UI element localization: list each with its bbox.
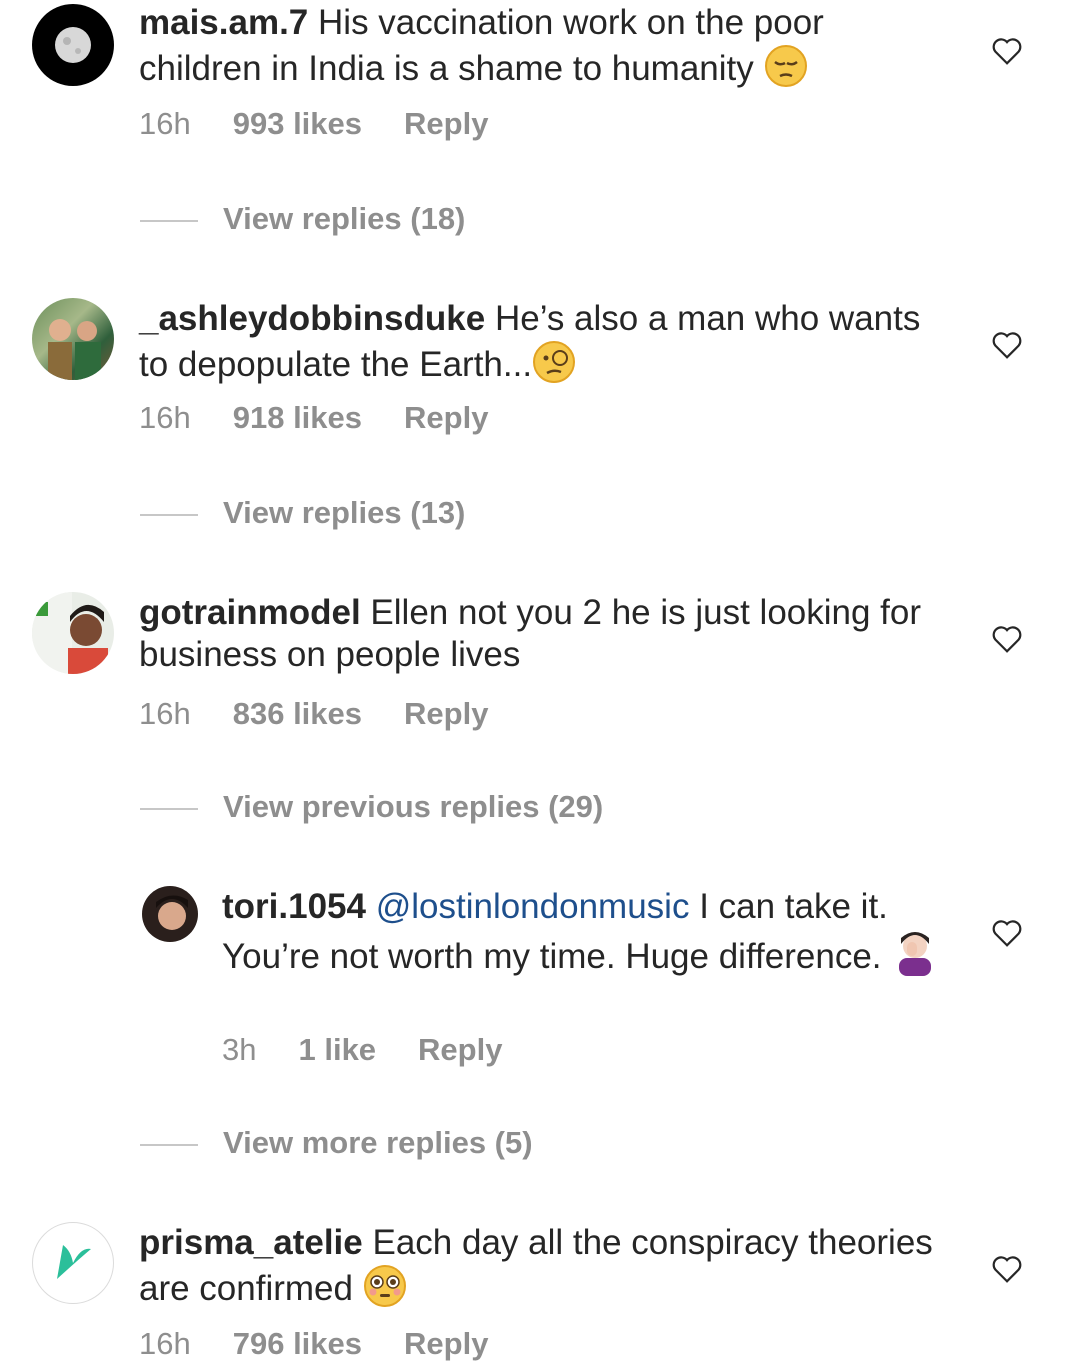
view-replies-label: View more replies (5) bbox=[223, 1125, 533, 1160]
facepalm-icon bbox=[899, 932, 932, 976]
likes-count[interactable]: 918 likes bbox=[233, 400, 362, 436]
comment-ashleydobbinsduke: _ashleydobbinsduke He’s also a man who w… bbox=[0, 296, 1080, 456]
view-more-replies-button[interactable]: View more replies (5) bbox=[140, 1125, 533, 1161]
reply-button[interactable]: Reply bbox=[404, 1326, 488, 1362]
monocle-face-icon bbox=[533, 341, 576, 383]
view-replies-label: View previous replies (29) bbox=[223, 789, 604, 824]
comment-time: 16h bbox=[139, 400, 191, 435]
view-replies-button[interactable]: View replies (13) bbox=[140, 495, 465, 531]
couple-photo-icon bbox=[48, 319, 101, 380]
mention-link[interactable]: @lostinlondonmusic bbox=[376, 887, 690, 926]
username[interactable]: mais.am.7 bbox=[139, 3, 308, 42]
divider-line bbox=[140, 807, 198, 810]
view-replies-label: View replies (18) bbox=[223, 201, 466, 236]
reply-tori-1054: tori.1054 @lostinlondonmusic I can take … bbox=[0, 884, 1080, 1074]
username[interactable]: tori.1054 bbox=[222, 887, 366, 926]
avatar[interactable] bbox=[32, 298, 114, 380]
divider-line bbox=[140, 219, 198, 222]
divider-line bbox=[140, 513, 198, 516]
heart-icon[interactable] bbox=[990, 624, 1024, 654]
view-replies-button[interactable]: View replies (18) bbox=[140, 201, 465, 237]
view-replies-label: View replies (13) bbox=[223, 495, 466, 530]
profile-photo-icon bbox=[156, 895, 188, 930]
reply-button[interactable]: Reply bbox=[404, 400, 488, 436]
heart-icon[interactable] bbox=[990, 330, 1024, 360]
avatar[interactable] bbox=[32, 592, 114, 674]
likes-count[interactable]: 1 like bbox=[298, 1032, 376, 1068]
likes-count[interactable]: 993 likes bbox=[233, 106, 362, 142]
flushed-face-icon bbox=[363, 1265, 406, 1307]
reply-button[interactable]: Reply bbox=[404, 106, 488, 142]
profile-photo-icon bbox=[32, 592, 108, 674]
heart-logo-icon bbox=[57, 1245, 91, 1279]
comment-time: 16h bbox=[139, 1326, 191, 1361]
avatar[interactable] bbox=[32, 4, 114, 86]
comment-time: 16h bbox=[139, 696, 191, 731]
likes-count[interactable]: 836 likes bbox=[233, 696, 362, 732]
comment-gotrainmodel: gotrainmodel Ellen not you 2 he is just … bbox=[0, 590, 1080, 750]
username[interactable]: _ashleydobbinsduke bbox=[139, 299, 485, 338]
avatar[interactable] bbox=[142, 886, 198, 942]
heart-icon[interactable] bbox=[990, 1254, 1024, 1284]
reply-button[interactable]: Reply bbox=[418, 1032, 502, 1068]
likes-count[interactable]: 796 likes bbox=[233, 1326, 362, 1362]
username[interactable]: prisma_atelie bbox=[139, 1223, 363, 1262]
username[interactable]: gotrainmodel bbox=[139, 593, 361, 632]
comment-time: 3h bbox=[222, 1032, 257, 1067]
reply-button[interactable]: Reply bbox=[404, 696, 488, 732]
view-previous-replies-button[interactable]: View previous replies (29) bbox=[140, 789, 603, 825]
divider-line bbox=[140, 1143, 198, 1146]
heart-icon[interactable] bbox=[990, 918, 1024, 948]
comment-time: 16h bbox=[139, 106, 191, 141]
comment-prisma-atelie: prisma_atelie Each day all the conspirac… bbox=[0, 1220, 1080, 1361]
moon-icon bbox=[55, 27, 91, 63]
avatar[interactable] bbox=[32, 1222, 114, 1304]
heart-icon[interactable] bbox=[990, 36, 1024, 66]
pensive-face-icon bbox=[764, 45, 807, 87]
comment-mais-am-7: mais.am.7 His vaccination work on the po… bbox=[0, 0, 1080, 160]
